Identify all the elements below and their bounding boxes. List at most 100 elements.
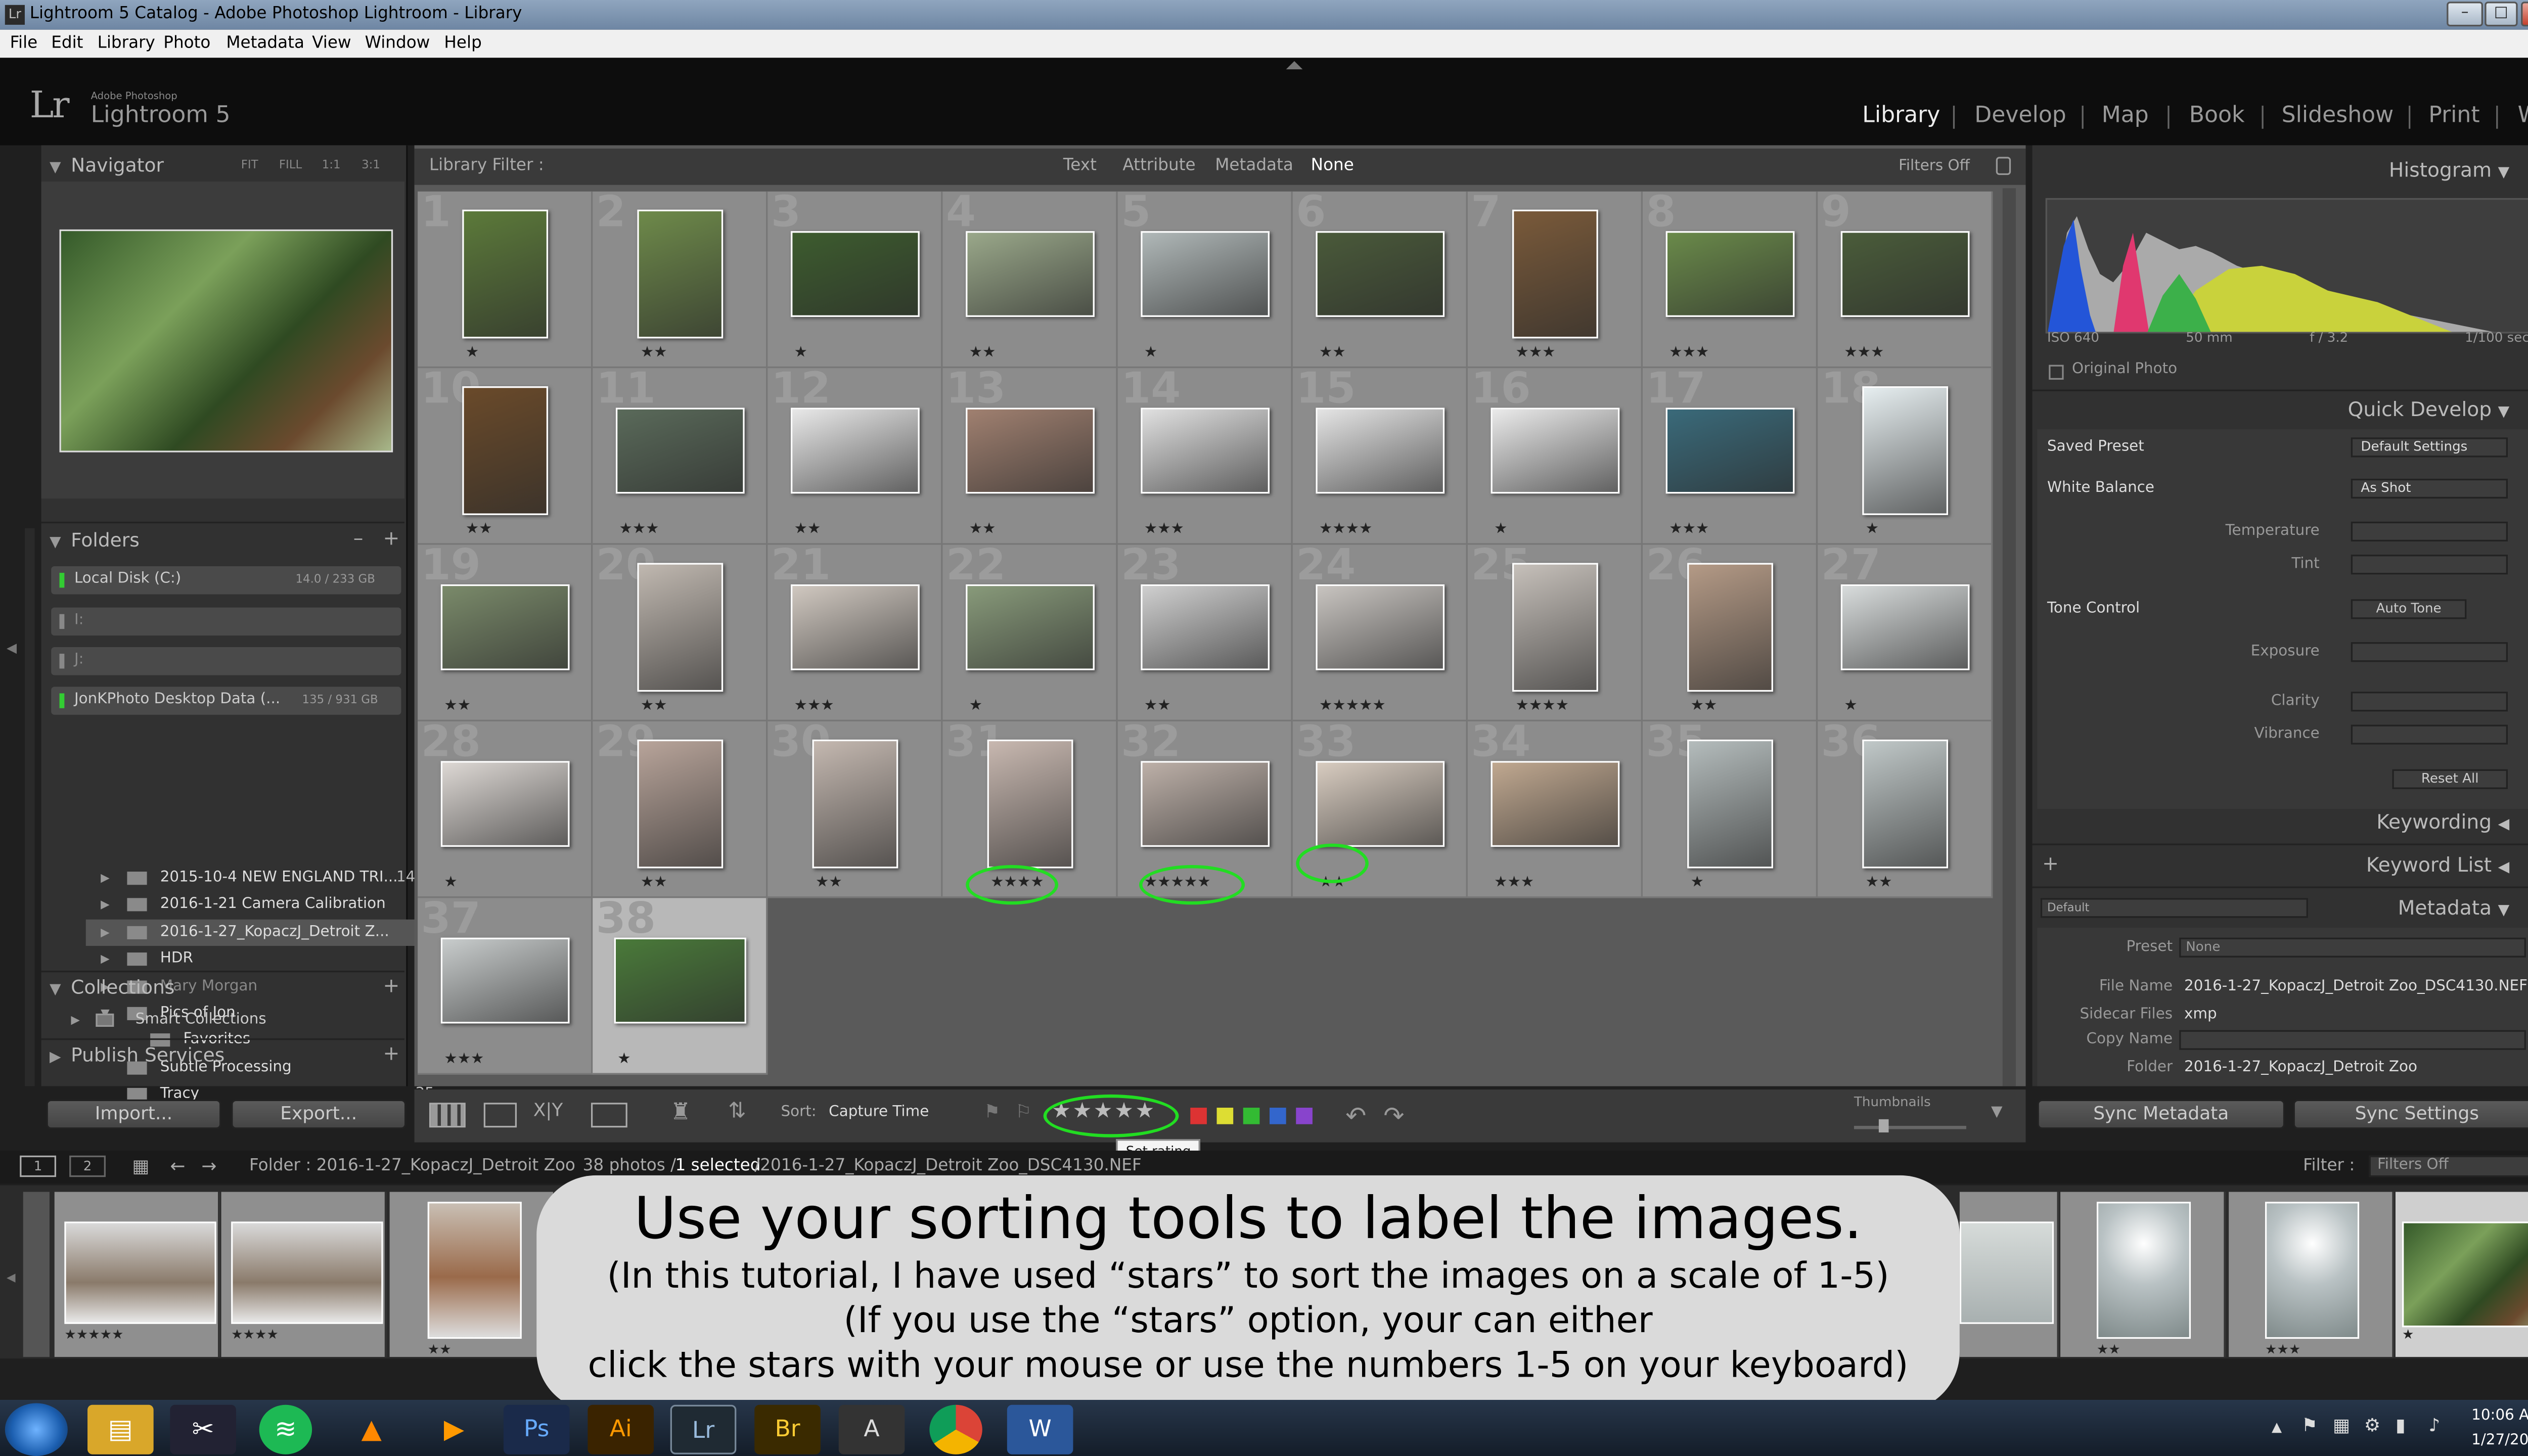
- network-tray-icon[interactable]: ⚙: [2364, 1415, 2380, 1436]
- menu-file[interactable]: File: [10, 30, 38, 58]
- grid-cell[interactable]: 20 ★★: [593, 544, 768, 721]
- grid-view-icon[interactable]: [429, 1103, 466, 1128]
- forward-arrow-icon[interactable]: →: [201, 1151, 216, 1184]
- module-book[interactable]: Book: [2189, 102, 2245, 128]
- reject-flag-icon[interactable]: ⚐: [1015, 1101, 1031, 1122]
- remove-folder-icon[interactable]: –: [353, 527, 364, 550]
- star-rating[interactable]: ★: [1144, 345, 1157, 361]
- photo-thumbnail[interactable]: [812, 739, 898, 869]
- metadata-preset-value[interactable]: None: [2179, 937, 2526, 958]
- star-rating[interactable]: ★★: [816, 875, 842, 892]
- add-collection-icon[interactable]: +: [383, 974, 400, 997]
- photo-thumbnail[interactable]: [1141, 584, 1270, 670]
- tint-buttons[interactable]: [2351, 555, 2508, 575]
- thumbnail-slider-handle[interactable]: [1878, 1119, 1889, 1132]
- star-rating[interactable]: ★★★: [1669, 345, 1709, 361]
- volume-row[interactable]: JonKPhoto Desktop Data (... 135 / 931 GB: [51, 687, 401, 715]
- grid-cell[interactable]: 11 ★★★: [593, 368, 768, 545]
- exposure-buttons[interactable]: [2351, 642, 2508, 662]
- star-rating[interactable]: ★★★: [1844, 345, 1884, 361]
- media-player-icon[interactable]: ▶: [421, 1405, 487, 1454]
- flag-icon[interactable]: ⚑: [984, 1101, 1000, 1122]
- windows-tray-icon[interactable]: ▦: [2333, 1415, 2350, 1436]
- file-explorer-icon[interactable]: ▤: [87, 1404, 154, 1454]
- filmstrip-thumb[interactable]: ★★: [389, 1192, 555, 1357]
- photo-thumbnail[interactable]: [1316, 584, 1445, 670]
- grid-cell[interactable]: 5 ★: [1117, 191, 1293, 369]
- maximize-icon[interactable]: □: [2485, 2, 2518, 27]
- grid-cell[interactable]: 23 ★★: [1117, 544, 1293, 721]
- publish-services-header[interactable]: ▶ Publish Services: [50, 1038, 396, 1071]
- tray-expand-icon[interactable]: ▲: [2272, 1420, 2282, 1434]
- toolbar-menu-icon[interactable]: ▼: [1991, 1104, 2003, 1121]
- grid-cell[interactable]: 34 ★★★: [1467, 721, 1643, 898]
- volume-row[interactable]: J:: [51, 647, 401, 675]
- grid-cell[interactable]: 17 ★★★: [1642, 368, 1818, 545]
- lightroom-taskbar-icon[interactable]: Lr: [670, 1404, 737, 1454]
- rotate-left-icon[interactable]: ↶: [1345, 1101, 1366, 1131]
- photo-thumbnail[interactable]: [791, 407, 920, 494]
- zoom-3-1[interactable]: 3:1: [362, 158, 380, 171]
- menu-photo[interactable]: Photo: [163, 30, 210, 58]
- reset-all-button[interactable]: Reset All: [2392, 769, 2508, 789]
- expand-icon[interactable]: ▶: [101, 872, 110, 885]
- star-rating[interactable]: ★★★★: [1319, 522, 1372, 538]
- photo-thumbnail[interactable]: [966, 584, 1095, 670]
- auto-tone-button[interactable]: Auto Tone: [2351, 599, 2467, 619]
- photo-thumbnail[interactable]: [1512, 563, 1598, 692]
- grid-cell[interactable]: 9 ★★★: [1818, 191, 1993, 369]
- star-rating[interactable]: ★★★: [1669, 522, 1709, 538]
- folder-row[interactable]: ▶2016-1-21 Camera Calibration11: [86, 891, 447, 918]
- photo-thumbnail[interactable]: [987, 739, 1073, 869]
- star-rating[interactable]: ★★★: [1516, 345, 1556, 361]
- star-rating[interactable]: ★★★★★: [1319, 698, 1386, 715]
- loupe-view-icon[interactable]: [483, 1103, 517, 1128]
- filters-off-select[interactable]: Filters Off: [1899, 149, 1970, 185]
- survey-view-icon[interactable]: [591, 1103, 627, 1128]
- grid-cell[interactable]: 28 ★: [418, 721, 593, 898]
- menu-edit[interactable]: Edit: [51, 30, 83, 58]
- grid-cell[interactable]: 2 ★★: [593, 191, 768, 369]
- painter-icon[interactable]: ♜: [670, 1100, 691, 1126]
- module-library[interactable]: Library: [1862, 102, 1940, 128]
- photo-thumbnail[interactable]: [637, 209, 724, 339]
- color-label-red[interactable]: [1190, 1108, 1207, 1124]
- grid-cell[interactable]: 30 ★★: [768, 721, 943, 898]
- export-button[interactable]: Export...: [231, 1099, 407, 1129]
- metadata-preset-select[interactable]: Default: [2040, 898, 2308, 918]
- expand-icon[interactable]: ▶: [101, 898, 110, 911]
- filmstrip-thumb-selected[interactable]: ★: [2395, 1192, 2528, 1357]
- zoom-fill[interactable]: FILL: [279, 158, 302, 171]
- filmstrip-filter-select[interactable]: Filters Off: [2369, 1155, 2528, 1177]
- star-rating[interactable]: ★: [1691, 875, 1704, 892]
- compare-view-icon[interactable]: X|Y: [533, 1100, 563, 1121]
- left-panel-toggle-icon[interactable]: ◀: [7, 641, 17, 655]
- grid-cell[interactable]: 37 ★★★: [418, 898, 593, 1075]
- photo-thumbnail[interactable]: [462, 209, 549, 339]
- photo-thumbnail[interactable]: [1862, 739, 1949, 869]
- photo-thumbnail[interactable]: [637, 563, 724, 692]
- photo-thumbnail[interactable]: [1316, 407, 1445, 494]
- grid-cell[interactable]: 18 ★: [1818, 368, 1993, 545]
- window-2-button[interactable]: 2: [69, 1155, 106, 1177]
- grid-cell[interactable]: 15 ★★★★: [1292, 368, 1468, 545]
- star-rating[interactable]: ★★: [969, 345, 996, 361]
- word-icon[interactable]: W: [1007, 1404, 1073, 1454]
- clarity-buttons[interactable]: [2351, 692, 2508, 712]
- filter-text[interactable]: Text: [1063, 149, 1097, 185]
- photoshop-icon[interactable]: Ps: [503, 1404, 570, 1454]
- photo-thumbnail[interactable]: [637, 739, 724, 869]
- photo-thumbnail[interactable]: [1316, 231, 1445, 317]
- photo-thumbnail[interactable]: [1491, 407, 1620, 494]
- folder-row[interactable]: ▶2016-1-27_KopaczJ_Detroit Z...38: [85, 919, 447, 946]
- star-rating[interactable]: ★: [1866, 522, 1879, 538]
- grid-cell[interactable]: 38 ★: [593, 898, 768, 1075]
- photo-thumbnail[interactable]: [1512, 209, 1598, 339]
- module-map[interactable]: Map: [2102, 102, 2149, 128]
- collections-header[interactable]: ▼ Collections: [50, 971, 396, 1004]
- folders-header[interactable]: ▼ Folders: [50, 523, 396, 556]
- filmstrip-thumb[interactable]: [1959, 1192, 2059, 1357]
- color-label-yellow[interactable]: [1216, 1108, 1234, 1124]
- star-rating[interactable]: ★★★: [1494, 875, 1534, 892]
- menu-window[interactable]: Window: [365, 30, 430, 58]
